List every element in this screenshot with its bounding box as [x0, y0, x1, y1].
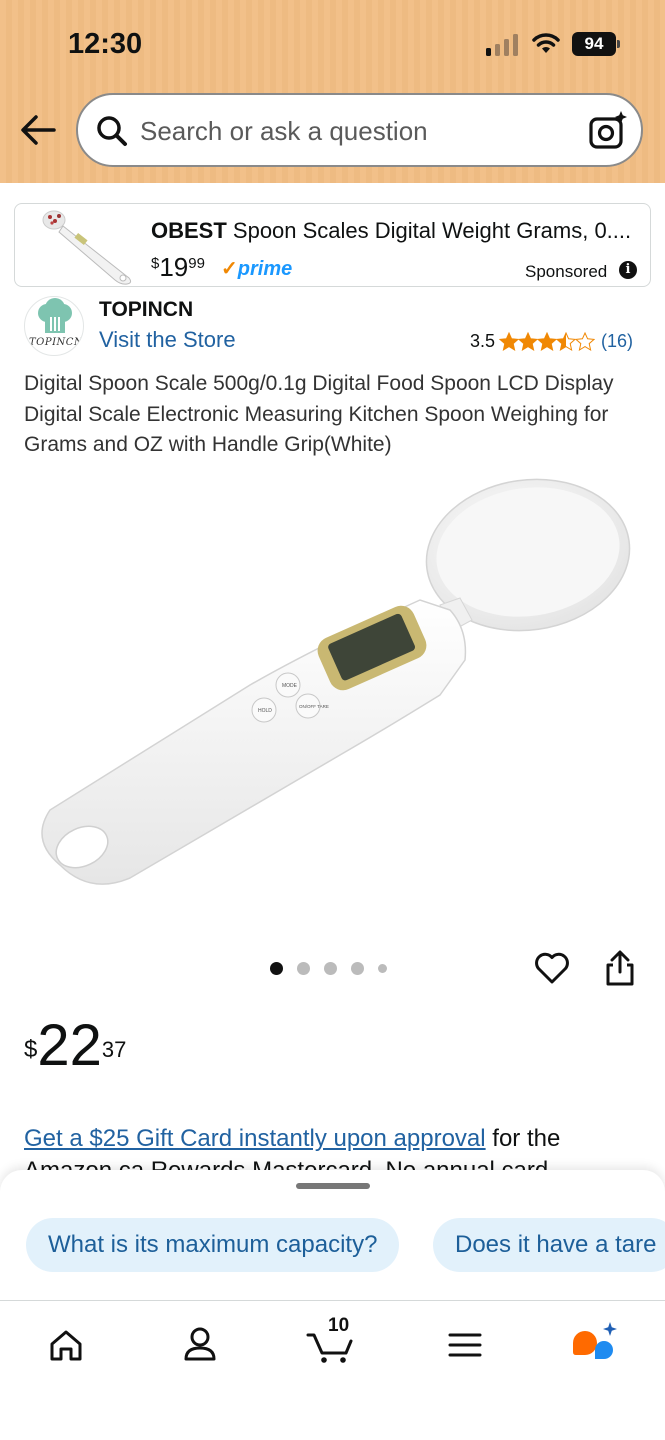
- wifi-icon: [532, 33, 560, 53]
- sponsored-product-image: [42, 210, 132, 285]
- sponsored-title-text: Spoon Scales Digital Weight Grams, 0....: [226, 218, 632, 243]
- gift-card-link[interactable]: Get a $25 Gift Card instantly upon appro…: [24, 1125, 486, 1152]
- sponsored-price: $1999: [151, 252, 205, 282]
- brand-name: TOPINCN: [99, 298, 194, 321]
- prime-badge: ✓prime: [221, 258, 293, 280]
- battery-icon: 94: [572, 32, 620, 56]
- onoff-button-label: ON/OFF TARE: [299, 704, 329, 709]
- suggestion-chip[interactable]: Does it have a tare: [433, 1218, 665, 1272]
- account-icon[interactable]: [172, 1317, 228, 1373]
- carousel-dot[interactable]: [351, 962, 364, 975]
- cellular-signal-icon: [486, 34, 518, 56]
- product-image[interactable]: MODE HOLD ON/OFF TARE: [20, 470, 645, 910]
- search-input[interactable]: [140, 113, 580, 149]
- cart-count-badge: 10: [328, 1315, 350, 1336]
- home-icon[interactable]: [38, 1317, 94, 1373]
- status-time: 12:30: [68, 28, 143, 60]
- carousel-dot[interactable]: [297, 962, 310, 975]
- sponsored-label: Sponsored: [525, 262, 608, 281]
- prime-check-icon: ✓: [221, 258, 238, 280]
- product-price: $2237: [24, 1013, 127, 1078]
- rating-row[interactable]: 3.5 (16): [470, 331, 633, 352]
- back-arrow-icon[interactable]: [18, 110, 58, 150]
- app-header: 12:30 94: [0, 0, 665, 183]
- star-rating: [499, 332, 595, 352]
- rating-value: 3.5: [470, 331, 496, 351]
- menu-icon[interactable]: [437, 1317, 493, 1373]
- image-carousel-dots[interactable]: [270, 962, 401, 975]
- suggestion-chip[interactable]: What is its maximum capacity?: [26, 1218, 400, 1272]
- carousel-dot[interactable]: [378, 964, 387, 973]
- store-logo[interactable]: TOPINCN: [24, 296, 84, 356]
- credit-card-promo: Get a $25 Gift Card instantly upon appro…: [24, 1123, 654, 1173]
- visit-store-link[interactable]: Visit the Store: [99, 327, 236, 353]
- carousel-dot[interactable]: [270, 962, 283, 975]
- search-icon: [97, 116, 127, 146]
- sponsored-brand: OBEST: [151, 218, 227, 243]
- sponsored-title: OBEST Spoon Scales Digital Weight Grams,…: [151, 218, 641, 244]
- battery-level: 94: [572, 32, 616, 56]
- rating-count-link[interactable]: (16): [601, 331, 633, 352]
- share-icon[interactable]: [604, 950, 636, 986]
- sheet-drag-handle[interactable]: [296, 1183, 370, 1189]
- store-logo-text: TOPINCN: [29, 337, 84, 348]
- mode-button-label: MODE: [282, 683, 298, 689]
- carousel-dot[interactable]: [324, 962, 337, 975]
- info-icon[interactable]: i: [619, 261, 637, 279]
- heart-icon[interactable]: [534, 951, 570, 985]
- chef-hat-icon: [38, 298, 72, 333]
- product-title: Digital Spoon Scale 500g/0.1g Digital Fo…: [24, 372, 614, 456]
- stars-icon: [499, 332, 595, 350]
- rufus-ai-icon[interactable]: [567, 1317, 623, 1373]
- camera-lens-icon[interactable]: [588, 110, 628, 150]
- sponsored-product-banner[interactable]: OBEST Spoon Scales Digital Weight Grams,…: [14, 203, 651, 287]
- ai-suggestions-sheet[interactable]: What is its maximum capacity? Does it ha…: [0, 1170, 665, 1300]
- cart-button[interactable]: 10: [304, 1315, 360, 1373]
- search-bar[interactable]: [76, 93, 643, 167]
- bottom-tab-bar: 10: [0, 1300, 665, 1440]
- hold-button-label: HOLD: [258, 708, 272, 714]
